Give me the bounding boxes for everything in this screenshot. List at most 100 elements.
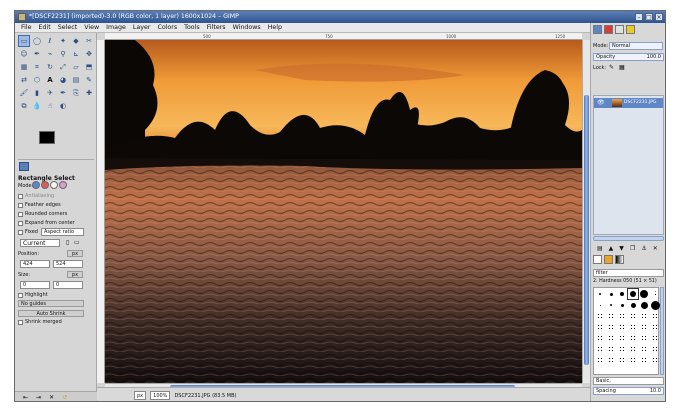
brush-preview[interactable] [628, 333, 638, 343]
brush-preview[interactable] [628, 355, 638, 365]
antialiasing-row[interactable]: Antialiasing [18, 193, 54, 199]
flip-tool-icon[interactable]: ⇄ [18, 74, 30, 86]
brush-preview[interactable] [617, 344, 627, 354]
bucket-fill-tool-icon[interactable]: ◕ [57, 74, 69, 86]
menu-file[interactable]: File [21, 24, 32, 31]
clone-tool-icon[interactable]: ⎘ [70, 87, 82, 99]
brush-preview[interactable] [617, 322, 627, 332]
antialiasing-checkbox[interactable] [18, 193, 23, 199]
mode-add-icon[interactable] [41, 181, 49, 189]
save-options-icon[interactable]: ⇤ [23, 394, 28, 401]
vertical-scrollbar[interactable] [582, 40, 590, 383]
duplicate-layer-icon[interactable]: ❐ [630, 245, 635, 252]
brush-preview[interactable] [639, 300, 649, 310]
menu-help[interactable]: Help [268, 24, 282, 31]
scale-tool-icon[interactable]: ⤢ [57, 61, 69, 73]
paths-tab-icon[interactable] [615, 25, 624, 34]
foreground-color[interactable] [39, 131, 55, 144]
gradients-tab-icon[interactable] [615, 255, 624, 264]
shrink-merged-row[interactable]: Shrink merged [18, 319, 62, 325]
size-unit-select[interactable]: px [67, 271, 83, 278]
raise-layer-icon[interactable]: ▲ [609, 245, 614, 252]
expand-checkbox[interactable] [18, 220, 23, 226]
fixed-mode-select[interactable]: Aspect ratio [41, 228, 84, 236]
menu-view[interactable]: View [84, 24, 99, 31]
rect-select-tool-icon[interactable]: ▭ [18, 35, 30, 47]
layer-row[interactable]: 👁 DSCF2231.JPG [594, 98, 663, 108]
paths-tool-icon[interactable]: ✒ [31, 48, 43, 60]
portrait-icon[interactable]: ▯ [66, 239, 69, 246]
lock-alpha-icon[interactable]: ▦ [619, 64, 625, 71]
brush-preview[interactable] [617, 333, 627, 343]
new-layer-icon[interactable]: ▤ [597, 245, 603, 252]
text-tool-icon[interactable]: A [44, 74, 56, 86]
ratio-current-field[interactable]: Current [20, 239, 60, 247]
patterns-tab-icon[interactable] [604, 255, 613, 264]
brush-preview[interactable] [628, 322, 638, 332]
brush-preview[interactable] [650, 333, 660, 343]
layer-mode-select[interactable]: Normal [609, 42, 663, 50]
rounded-checkbox[interactable] [18, 211, 23, 217]
position-y-field[interactable]: 524 [53, 260, 83, 268]
ellipse-select-tool-icon[interactable]: ◯ [31, 35, 43, 47]
brush-preview[interactable] [650, 311, 660, 321]
vertical-ruler[interactable] [97, 40, 105, 383]
brushes-tab-icon[interactable] [593, 255, 602, 264]
measure-tool-icon[interactable]: ⊾ [70, 48, 82, 60]
fixed-checkbox[interactable] [18, 229, 23, 235]
scissors-tool-icon[interactable]: ✂ [83, 35, 95, 47]
auto-shrink-button[interactable]: Auto Shrink [18, 310, 84, 317]
move-tool-icon[interactable]: ✥ [83, 48, 95, 60]
brush-preview[interactable] [639, 333, 649, 343]
visibility-eye-icon[interactable]: 👁 [597, 98, 605, 108]
brush-preview[interactable] [617, 289, 627, 299]
select-by-color-tool-icon[interactable]: ◆ [70, 35, 82, 47]
delete-options-icon[interactable]: ✕ [49, 394, 54, 401]
airbrush-tool-icon[interactable]: ✈ [44, 87, 56, 99]
maximize-button[interactable]: □ [645, 13, 653, 21]
anchor-layer-icon[interactable]: ⚓ [641, 245, 646, 252]
position-unit-select[interactable]: px [67, 250, 83, 257]
zoom-tool-icon[interactable]: ⚲ [57, 48, 69, 60]
image-canvas[interactable] [105, 40, 582, 383]
mode-subtract-icon[interactable] [50, 181, 58, 189]
align-tool-icon[interactable]: ▦ [18, 61, 30, 73]
rounded-row[interactable]: Rounded corners [18, 211, 67, 217]
feather-checkbox[interactable] [18, 202, 23, 208]
brush-preset-field[interactable]: Basic, [593, 377, 664, 385]
heal-tool-icon[interactable]: ✚ [83, 87, 95, 99]
menu-image[interactable]: Image [106, 24, 126, 31]
ink-tool-icon[interactable]: ✒ [57, 87, 69, 99]
brush-preview[interactable] [650, 344, 660, 354]
free-select-tool-icon[interactable]: ℓ [44, 35, 56, 47]
eraser-tool-icon[interactable]: ▮ [31, 87, 43, 99]
brush-preview[interactable] [628, 300, 638, 310]
zoom-select[interactable]: 100% [150, 391, 171, 400]
vertical-scroll-thumb[interactable] [584, 95, 589, 365]
expand-row[interactable]: Expand from center [18, 220, 75, 226]
brush-preview[interactable] [606, 289, 616, 299]
blend-tool-icon[interactable]: ▤ [70, 74, 82, 86]
brush-preview[interactable] [595, 311, 605, 321]
channels-tab-icon[interactable] [604, 25, 613, 34]
menu-tools[interactable]: Tools [184, 24, 200, 31]
foreground-select-tool-icon[interactable]: ☺ [18, 48, 30, 60]
delete-layer-icon[interactable]: ✕ [653, 245, 658, 252]
guides-select[interactable]: No guides [18, 300, 84, 307]
menu-layer[interactable]: Layer [133, 24, 151, 31]
color-swatches[interactable] [39, 131, 69, 153]
tool-options-tab-icon[interactable] [19, 162, 29, 171]
restore-options-icon[interactable]: ⇥ [36, 394, 41, 401]
brush-preview[interactable] [617, 311, 627, 321]
brush-preview[interactable] [650, 322, 660, 332]
brush-preview[interactable] [595, 322, 605, 332]
lower-layer-icon[interactable]: ▼ [619, 245, 624, 252]
pencil-tool-icon[interactable]: ✎ [83, 74, 95, 86]
minimize-button[interactable]: – [635, 13, 643, 21]
brush-preview[interactable] [650, 300, 660, 310]
crop-tool-icon[interactable]: ⌗ [31, 61, 43, 73]
perspective-tool-icon[interactable]: ⬒ [83, 61, 95, 73]
highlight-row[interactable]: Highlight [18, 292, 48, 298]
brush-preview[interactable] [628, 344, 638, 354]
brush-preview[interactable] [595, 333, 605, 343]
